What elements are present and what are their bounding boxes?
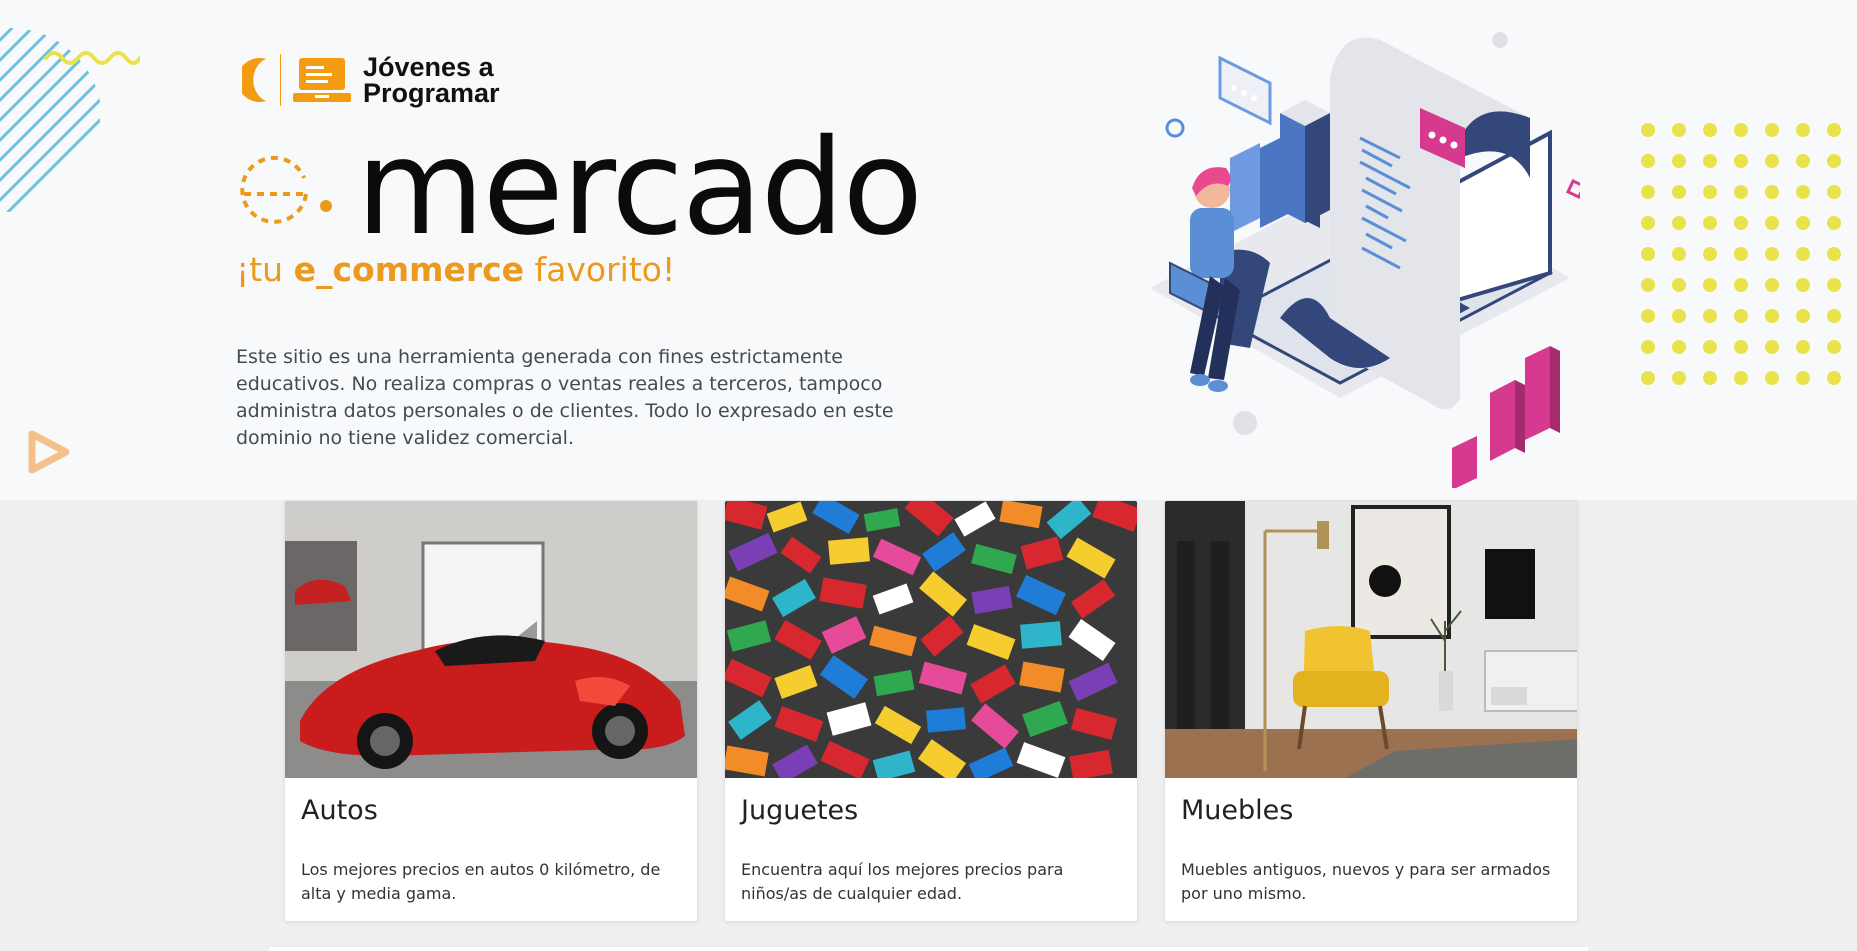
card-title: Juguetes xyxy=(741,795,859,826)
category-card-muebles[interactable]: Muebles Muebles antiguos, nuevos y para … xyxy=(1164,500,1578,922)
triangle-decoration xyxy=(28,430,70,474)
brand-word: mercado xyxy=(356,111,923,265)
card-title: Autos xyxy=(301,795,378,826)
lego-bricks-image[interactable] xyxy=(725,501,1138,778)
card-body: Juguetes Encuentra aquí los mejores prec… xyxy=(725,778,1137,921)
category-cards: Autos Los mejores precios en autos 0 kil… xyxy=(284,500,1578,922)
tagline-bold: e_commerce xyxy=(293,250,525,289)
category-card-autos[interactable]: Autos Los mejores precios en autos 0 kil… xyxy=(284,500,698,922)
next-section-edge xyxy=(270,947,1588,951)
jovenes-a-programar-logo[interactable]: Jóvenes a Programar xyxy=(242,52,500,108)
card-body: Muebles Muebles antiguos, nuevos y para … xyxy=(1165,778,1577,921)
tagline-post: favorito! xyxy=(524,250,676,289)
category-card-juguetes[interactable]: Juguetes Encuentra aquí los mejores prec… xyxy=(724,500,1138,922)
striped-circle-decoration xyxy=(0,28,100,212)
tagline: ¡tu e_commerce favorito! xyxy=(236,250,675,289)
logo-text: Jóvenes a Programar xyxy=(363,52,500,108)
card-text: Muebles antiguos, nuevos y para ser arma… xyxy=(1181,860,1551,903)
dashed-e-logo-icon xyxy=(240,155,332,224)
laptop-icon xyxy=(293,58,351,102)
yellow-wave-decoration xyxy=(44,51,140,65)
developer-laptop-illustration xyxy=(1150,32,1580,488)
logo-line-2: Programar xyxy=(363,78,500,108)
brand-title: mercado xyxy=(236,111,923,265)
disclaimer-text: Este sitio es una herramienta generada c… xyxy=(236,346,894,449)
card-text: Los mejores precios en autos 0 kilómetro… xyxy=(301,860,661,903)
red-sports-car-image[interactable] xyxy=(285,501,698,778)
card-body: Autos Los mejores precios en autos 0 kil… xyxy=(285,778,697,921)
tagline-pre: ¡tu xyxy=(236,250,294,289)
logo-line-1: Jóvenes a xyxy=(363,52,494,82)
card-text: Encuentra aquí los mejores precios para … xyxy=(741,860,1064,903)
crescent-moon-icon xyxy=(242,58,266,102)
yellow-dot-grid-decoration xyxy=(1641,123,1841,385)
logo-separator xyxy=(280,54,281,106)
hero-banner: Jóvenes a Programar mercado ¡tu e_commer… xyxy=(0,0,1857,500)
yellow-armchair-room-image[interactable] xyxy=(1165,501,1578,778)
card-title: Muebles xyxy=(1181,795,1294,826)
